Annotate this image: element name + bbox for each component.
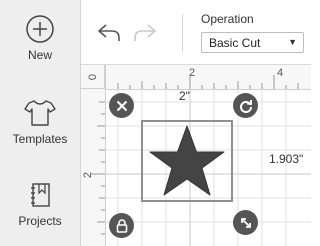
caret-down-icon: ▼: [288, 37, 297, 47]
sidebar-item-projects[interactable]: Projects: [0, 180, 80, 228]
undo-icon: [98, 24, 120, 41]
undo-button[interactable]: [97, 22, 121, 49]
delete-handle[interactable]: [109, 93, 134, 118]
sidebar-item-label: Templates: [12, 132, 68, 146]
star-shape: [149, 125, 225, 196]
ruler-h-label: 2: [189, 67, 196, 79]
projects-book-icon: [31, 183, 50, 207]
ruler-v-label: 2: [82, 171, 95, 179]
sidebar-item-label: New: [27, 48, 52, 62]
ruler-h-label: 4: [277, 67, 284, 79]
redo-button[interactable]: [133, 22, 157, 49]
rotate-handle[interactable]: [233, 93, 258, 118]
toolbar-divider: [182, 14, 183, 52]
ruler-corner: 0: [81, 65, 105, 89]
operation-value: Basic Cut: [209, 36, 261, 50]
vertical-ruler: 2: [81, 65, 106, 246]
ruler-h-label: 0: [87, 73, 100, 81]
resize-handle[interactable]: [233, 210, 258, 235]
operation-label: Operation: [201, 12, 254, 26]
top-toolbar: Operation Basic Cut ▼: [81, 0, 311, 65]
left-sidebar: New Templates Projects: [0, 0, 81, 246]
redo-icon: [134, 24, 156, 41]
horizontal-ruler: 2 4: [81, 65, 311, 90]
width-dimension: 2": [179, 89, 190, 103]
rotate-icon: [239, 99, 252, 113]
lock-handle[interactable]: [109, 213, 134, 238]
lock-icon: [116, 218, 127, 233]
selected-shape-star[interactable]: [141, 120, 233, 202]
sidebar-item-templates[interactable]: Templates: [0, 98, 80, 146]
design-canvas[interactable]: 2 4 2 0 2" 1.903": [81, 65, 311, 246]
operation-select[interactable]: Basic Cut ▼: [201, 32, 304, 53]
plus-circle-icon: [26, 15, 54, 43]
ruler-ticks: [91, 101, 105, 235]
sidebar-item-new[interactable]: New: [0, 14, 80, 62]
sidebar-item-label: Projects: [18, 214, 62, 228]
resize-icon: [240, 217, 251, 228]
tshirt-icon: [24, 100, 56, 126]
close-icon: [116, 100, 127, 111]
height-dimension: 1.903": [269, 152, 304, 166]
